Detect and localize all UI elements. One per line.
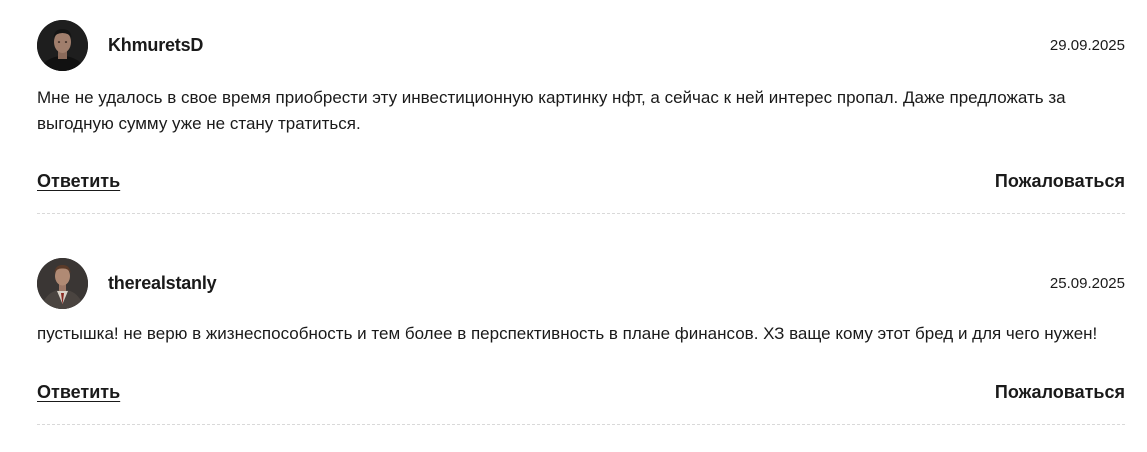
comment-date: 29.09.2025 xyxy=(1049,37,1125,54)
comment-divider xyxy=(37,213,1125,214)
comment-item: therealstanly 25.09.2025 пустышка! не ве… xyxy=(37,258,1125,425)
comment-text: Мне не удалось в свое время приобрести э… xyxy=(37,88,1066,133)
avatar-portrait-icon xyxy=(37,258,88,309)
comment-text: пустышка! не верю в жизнеспособность и т… xyxy=(37,324,1098,343)
reply-button[interactable]: Ответить xyxy=(37,171,120,192)
comment-divider xyxy=(37,424,1125,425)
user-avatar-icon[interactable] xyxy=(37,20,88,71)
comment-username[interactable]: KhmuretsD xyxy=(108,35,203,56)
report-button[interactable]: Пожаловаться xyxy=(995,171,1125,192)
comments-list: KhmuretsD 29.09.2025 Мне не удалось в св… xyxy=(0,0,1147,452)
avatar-portrait-icon xyxy=(37,20,88,71)
comment-username[interactable]: therealstanly xyxy=(108,273,217,294)
user-avatar-icon[interactable] xyxy=(37,258,88,309)
comment-item: KhmuretsD 29.09.2025 Мне не удалось в св… xyxy=(37,20,1125,214)
comment-date: 25.09.2025 xyxy=(1049,275,1125,292)
comment-header: KhmuretsD 29.09.2025 xyxy=(37,20,1125,71)
comment-actions: Ответить Пожаловаться xyxy=(37,382,1125,406)
reply-button[interactable]: Ответить xyxy=(37,382,120,403)
comment-actions: Ответить Пожаловаться xyxy=(37,171,1125,195)
comment-header: therealstanly 25.09.2025 xyxy=(37,258,1125,309)
report-button[interactable]: Пожаловаться xyxy=(995,382,1125,403)
